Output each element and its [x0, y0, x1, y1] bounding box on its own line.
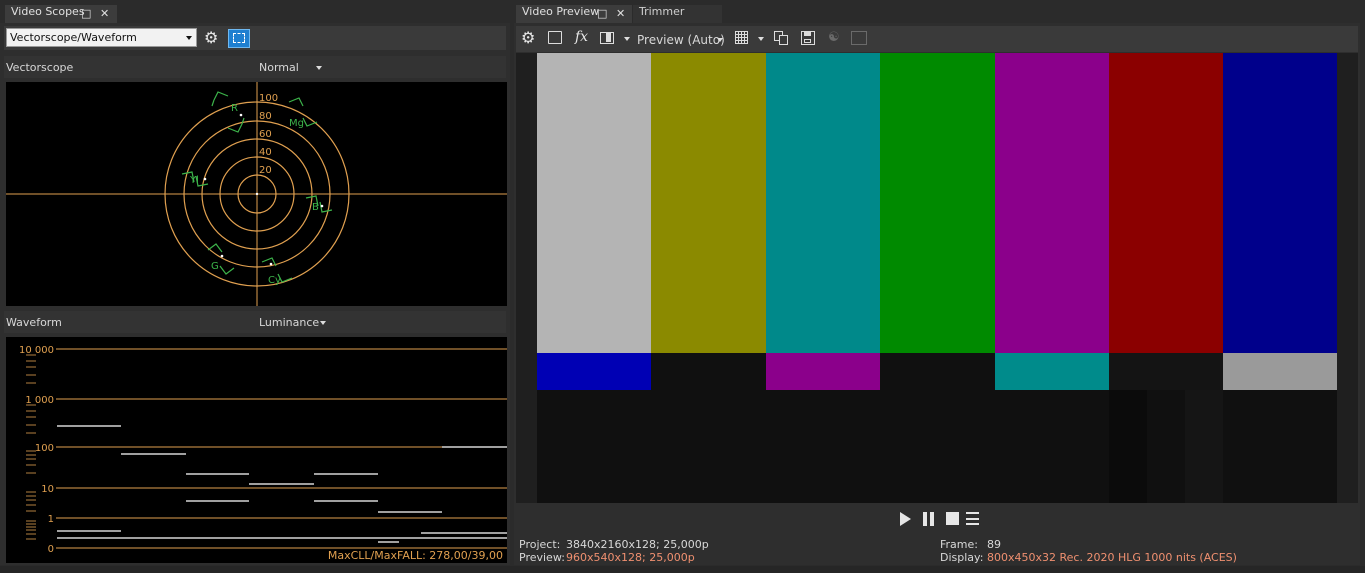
mid-bar-cyan — [995, 353, 1109, 390]
waveform-mode-value: Luminance — [259, 316, 320, 329]
waveform-mode-dropdown[interactable]: Luminance — [259, 316, 339, 329]
video-frame — [516, 53, 1358, 503]
bar-blue — [1223, 53, 1337, 353]
undock-icon[interactable]: □ — [597, 7, 607, 21]
mid-bar-gray — [1223, 353, 1337, 390]
close-icon[interactable]: ✕ — [100, 7, 109, 21]
external-monitor-icon[interactable] — [548, 31, 562, 44]
waveform-header — [4, 311, 506, 333]
chevron-down-icon — [717, 38, 723, 42]
chevron-down-icon — [316, 66, 322, 70]
project-value: 3840x2160x128; 25,000p — [566, 538, 709, 551]
save-snapshot-icon[interactable] — [801, 31, 815, 45]
tab-video-preview-label: Video Preview — [522, 5, 600, 18]
vectorscope-display: 100 80 60 40 20 R Mg Yl B G Cy — [6, 82, 507, 306]
pluge-light — [1185, 390, 1223, 503]
tab-trimmer[interactable]: Trimmer — [633, 5, 722, 23]
display-mode-icon — [851, 31, 867, 45]
menu-icon[interactable] — [966, 512, 979, 525]
play-button[interactable] — [900, 512, 911, 526]
bar-gray — [537, 53, 651, 353]
chevron-down-icon[interactable] — [758, 37, 764, 41]
bar-green — [880, 53, 995, 353]
tab-video-scopes-label: Video Scopes — [11, 5, 85, 18]
vectorscope-mode-value: Normal — [259, 61, 299, 74]
maxcll-readout: MaxCLL/MaxFALL: 278,00/39,00 — [328, 549, 503, 562]
pluge-mid — [1147, 390, 1185, 503]
bar-red — [1109, 53, 1223, 353]
waveform-graph: 10 000 1 000 100 10 1 0 MaxCLL/MaxFALL: … — [19, 345, 507, 562]
project-label: Project: — [519, 538, 561, 551]
target-label-cy: Cy — [268, 275, 281, 286]
monitor-icon — [233, 33, 245, 43]
stop-button[interactable] — [946, 512, 959, 525]
overlays-grid-icon[interactable] — [735, 31, 748, 44]
frame-label: Frame: — [940, 538, 978, 551]
frame-value: 89 — [987, 538, 1001, 551]
tab-video-scopes[interactable]: Video Scopes □ ✕ — [5, 5, 117, 23]
realtime-update-button[interactable] — [228, 29, 250, 48]
waveform-tick-1000: 1 000 — [25, 395, 54, 406]
scope-type-dropdown[interactable]: Vectorscope/Waveform — [6, 28, 197, 47]
waveform-tick-10000: 10 000 — [19, 345, 54, 356]
ring-label: 100 — [259, 93, 278, 104]
pause-button[interactable] — [922, 512, 935, 526]
status-strip — [0, 566, 1365, 573]
target-label-b: B — [312, 202, 319, 213]
mid-bar-black — [651, 353, 766, 390]
settings-gear-icon[interactable]: ⚙ — [204, 29, 218, 47]
vectorscope-mode-dropdown[interactable]: Normal — [259, 61, 329, 74]
preview-quality-dropdown[interactable]: Preview (Auto) — [637, 33, 727, 47]
ring-label: 80 — [259, 111, 272, 122]
hdr-icon: ☯ — [828, 30, 840, 45]
target-label-yl: Yl — [189, 175, 199, 186]
target-label-mg: Mg — [289, 118, 304, 129]
bar-magenta — [995, 53, 1109, 353]
tab-video-preview[interactable]: Video Preview □ ✕ — [516, 5, 632, 23]
settings-gear-icon[interactable]: ⚙ — [521, 29, 535, 47]
preview-quality-value: Preview (Auto) — [637, 33, 725, 47]
waveform-tick-1: 1 — [48, 514, 54, 525]
vectorscope-header — [4, 56, 506, 78]
pluge-dark — [1109, 390, 1147, 503]
chevron-down-icon — [320, 321, 326, 325]
waveform-tick-10: 10 — [41, 484, 54, 495]
preview-label: Preview: — [519, 551, 565, 564]
ring-label: 20 — [259, 165, 272, 176]
transport-bar — [516, 504, 1358, 535]
waveform-tick-0: 0 — [48, 544, 54, 555]
tab-trimmer-label: Trimmer — [639, 5, 685, 18]
ring-label: 40 — [259, 147, 272, 158]
display-value: 800x450x32 Rec. 2020 HLG 1000 nits (ACES… — [987, 551, 1237, 564]
bar-yellow — [651, 53, 766, 353]
chevron-down-icon[interactable] — [624, 37, 630, 41]
mid-bar-black — [880, 353, 995, 390]
target-label-r: R — [231, 103, 238, 114]
ring-label: 60 — [259, 129, 272, 140]
mid-bar-magenta — [766, 353, 880, 390]
color-bars — [537, 53, 1337, 503]
fx-icon[interactable]: fx — [575, 29, 588, 45]
split-screen-icon[interactable] — [600, 32, 614, 44]
chevron-down-icon — [186, 36, 192, 40]
bar-cyan — [766, 53, 880, 353]
mid-bar-black — [1109, 353, 1223, 390]
waveform-display: 10 000 1 000 100 10 1 0 MaxCLL/MaxFALL: … — [6, 337, 507, 563]
close-icon[interactable]: ✕ — [616, 7, 625, 21]
copy-snapshot-icon[interactable] — [774, 31, 789, 45]
vectorscope-graph: 100 80 60 40 20 R Mg Yl B G Cy — [6, 82, 507, 306]
vectorscope-title: Vectorscope — [6, 61, 74, 74]
target-label-g: G — [211, 261, 219, 272]
undock-icon[interactable]: □ — [81, 7, 91, 21]
display-label: Display: — [940, 551, 984, 564]
scope-type-value: Vectorscope/Waveform — [10, 31, 137, 44]
preview-value: 960x540x128; 25,000p — [566, 551, 695, 564]
waveform-tick-100: 100 — [35, 443, 54, 454]
mid-bar-blue — [537, 353, 651, 390]
waveform-title: Waveform — [6, 316, 62, 329]
